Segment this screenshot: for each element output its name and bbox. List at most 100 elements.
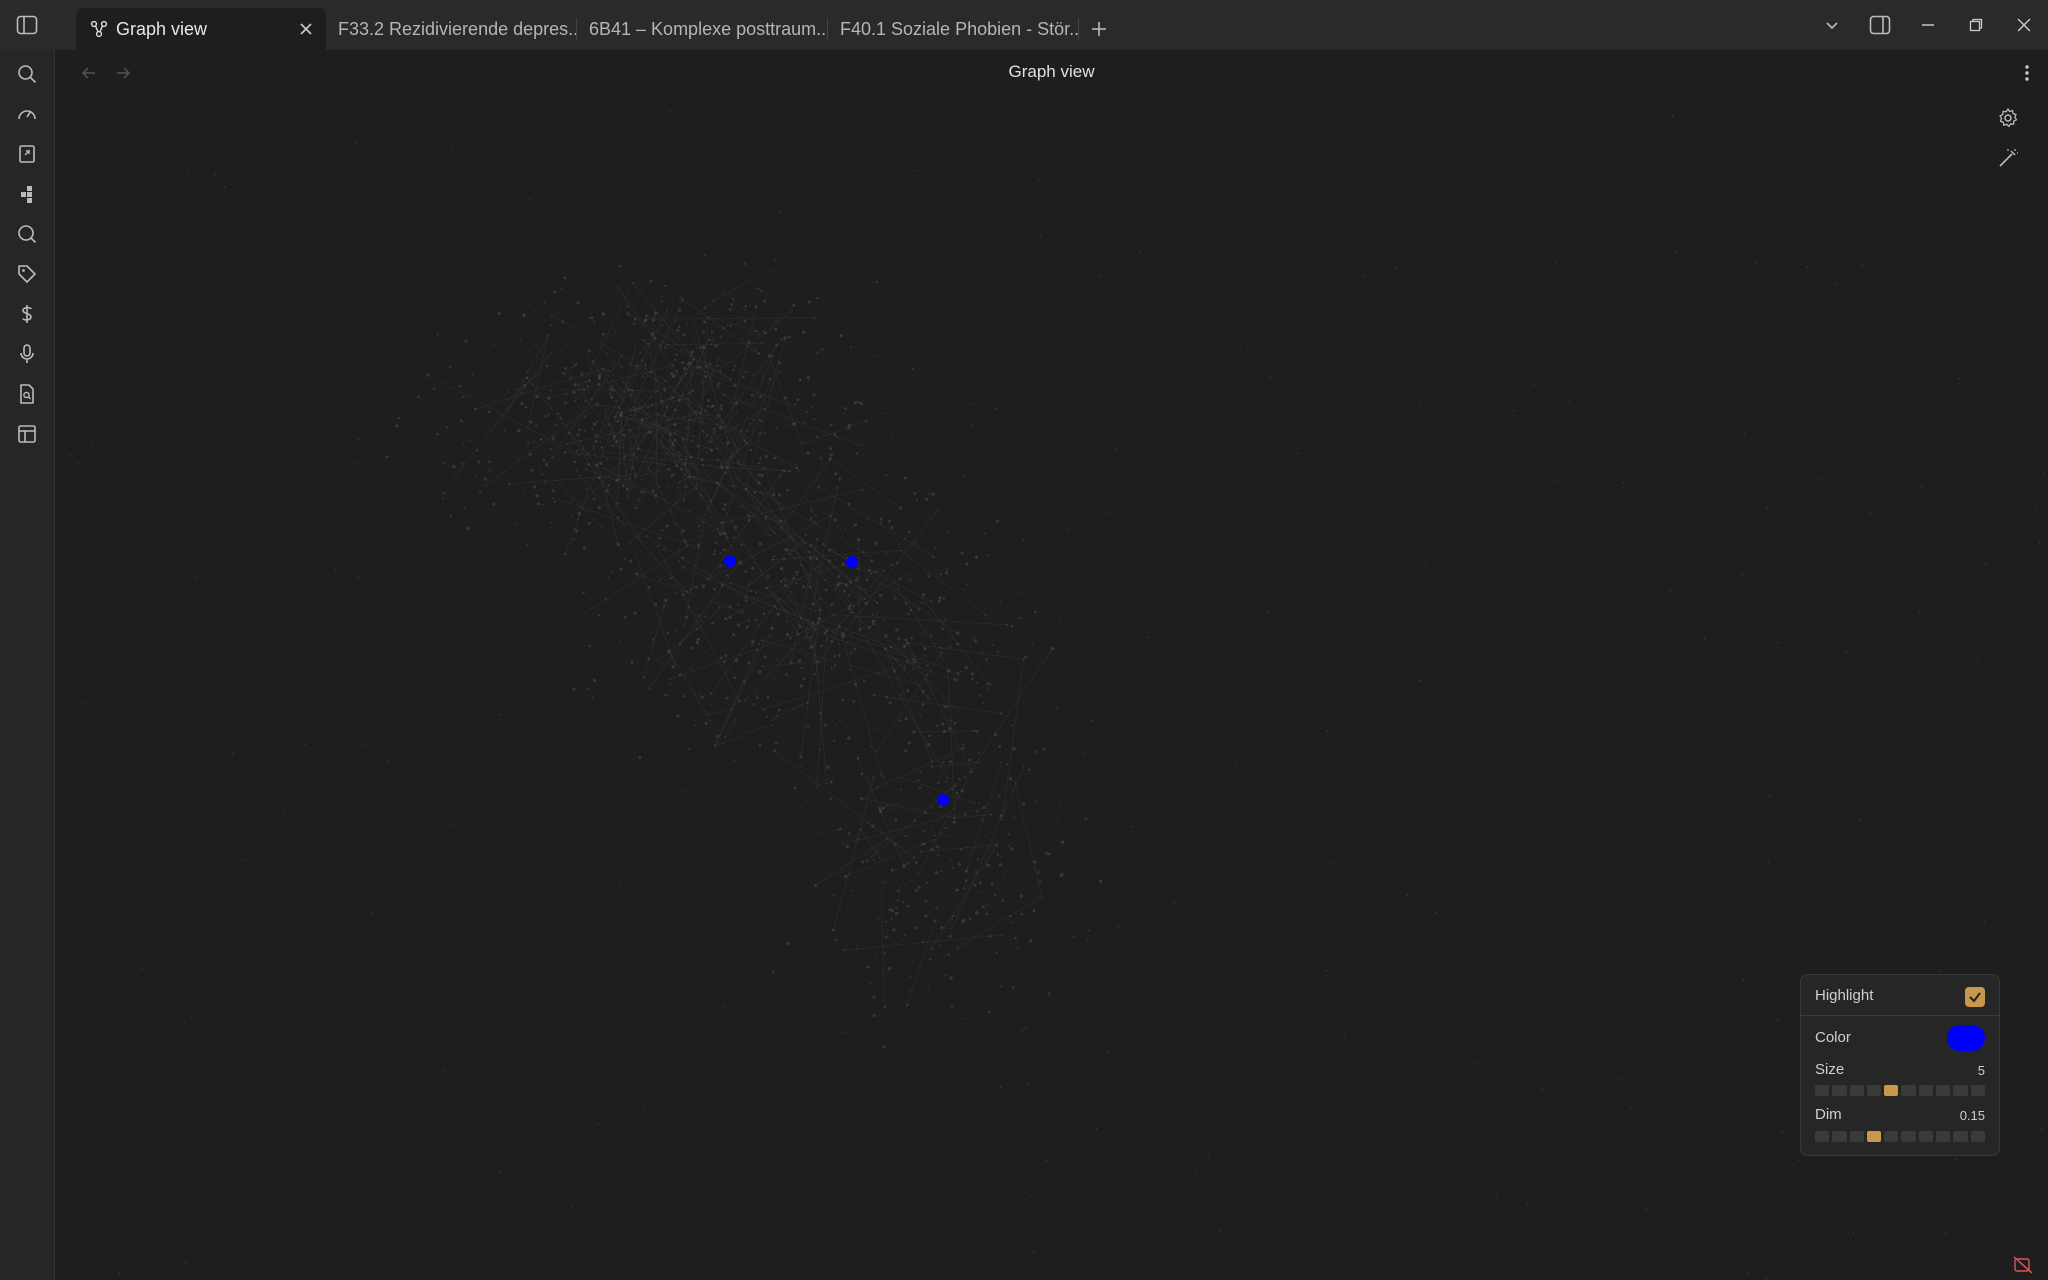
graph-node — [938, 943, 941, 946]
dashboard-button[interactable] — [10, 97, 44, 131]
dim-slider[interactable] — [1815, 1131, 1985, 1142]
graph-node — [1741, 573, 1744, 576]
graph-edge — [876, 652, 943, 752]
highlighted-node[interactable] — [846, 556, 858, 568]
slider-step[interactable] — [1936, 1131, 1951, 1142]
tab-f33-2[interactable]: F33.2 Rezidivierende depres... — [326, 8, 576, 50]
tab-graph-view[interactable]: Graph view — [76, 8, 326, 50]
close-tab-button[interactable] — [296, 19, 316, 39]
graph-network — [69, 110, 2045, 1280]
graph-node — [682, 333, 685, 337]
slider-step[interactable] — [1953, 1131, 1968, 1142]
graph-node — [1032, 488, 1034, 490]
graph-node — [611, 386, 614, 389]
graph-node — [760, 473, 764, 477]
slider-step[interactable] — [1815, 1085, 1830, 1096]
graph-node — [1820, 477, 1823, 480]
graph-node — [939, 870, 942, 873]
graph-node — [533, 310, 536, 312]
right-sidebar-toggle-button[interactable] — [1856, 0, 1904, 50]
file-search-button[interactable] — [10, 377, 44, 411]
color-picker[interactable] — [1947, 1025, 1985, 1051]
graph-node — [776, 612, 780, 616]
blocks-button[interactable] — [10, 177, 44, 211]
slider-step[interactable] — [1970, 1085, 1985, 1096]
graph-node — [988, 934, 992, 938]
graph-node — [675, 353, 678, 356]
slider-step[interactable] — [1936, 1085, 1951, 1096]
graph-node — [819, 598, 822, 601]
graph-node — [642, 676, 646, 679]
graph-node — [904, 934, 907, 936]
finance-button[interactable] — [10, 297, 44, 331]
slider-step[interactable] — [1849, 1131, 1864, 1142]
graph-node — [1033, 860, 1037, 864]
sidebar-toggle-button[interactable] — [10, 9, 44, 41]
restore-button[interactable] — [1952, 0, 2000, 50]
highlighted-node[interactable] — [724, 555, 736, 567]
record-button[interactable] — [10, 337, 44, 371]
find-button[interactable] — [10, 217, 44, 251]
slider-step[interactable] — [1918, 1131, 1934, 1142]
slider-step[interactable] — [1953, 1085, 1968, 1096]
graph-node — [802, 585, 805, 588]
graph-node — [1005, 763, 1009, 766]
sync-status-button[interactable] — [2010, 1254, 2036, 1276]
slider-step[interactable] — [1832, 1131, 1847, 1142]
graph-node — [734, 759, 737, 762]
graph-node — [855, 400, 858, 404]
search-button[interactable] — [10, 57, 44, 91]
graph-node — [636, 364, 639, 367]
slider-step[interactable] — [1918, 1085, 1934, 1096]
tab-list-button[interactable] — [1808, 0, 1856, 50]
new-tab-button[interactable] — [1079, 8, 1119, 50]
slider-step[interactable] — [1832, 1085, 1847, 1096]
slider-step[interactable] — [1884, 1131, 1899, 1142]
animate-graph-button[interactable] — [1992, 142, 2024, 174]
graph-node — [989, 872, 991, 874]
graph-node — [952, 914, 955, 918]
graph-edge — [526, 377, 597, 466]
graph-node — [829, 423, 833, 427]
graph-node — [921, 892, 923, 894]
slider-step[interactable] — [1849, 1085, 1864, 1096]
highlight-checkbox[interactable] — [1965, 987, 1985, 1007]
graph-node — [806, 800, 808, 802]
graph-node — [753, 491, 757, 495]
graph-node — [581, 448, 584, 451]
graph-node — [816, 537, 819, 541]
graph-node — [1000, 601, 1002, 604]
graph-node — [979, 694, 982, 697]
graph-node — [693, 586, 696, 589]
tab-f40-1[interactable]: F40.1 Soziale Phobien - Stör... — [828, 8, 1078, 50]
graph-node — [653, 315, 656, 318]
slider-step[interactable] — [1970, 1131, 1985, 1142]
slider-step[interactable] — [1901, 1131, 1916, 1142]
tags-button[interactable] — [10, 257, 44, 291]
graph-node — [526, 371, 529, 374]
layout-button[interactable] — [10, 417, 44, 451]
graph-node — [841, 1031, 844, 1034]
tab-6b41[interactable]: 6B41 – Komplexe posttraum... — [577, 8, 827, 50]
graph-settings-button[interactable] — [1992, 102, 2024, 134]
slider-step[interactable] — [1901, 1085, 1916, 1096]
graph-node — [592, 448, 595, 450]
graph-node — [618, 478, 621, 481]
graph-node — [946, 777, 949, 779]
graph-node — [811, 622, 815, 625]
highlighted-node[interactable] — [937, 794, 949, 806]
close-window-button[interactable] — [2000, 0, 2048, 50]
minimize-button[interactable] — [1904, 0, 1952, 50]
slider-step[interactable] — [1815, 1131, 1830, 1142]
more-options-button[interactable] — [2014, 60, 2040, 86]
slider-step[interactable] — [1884, 1085, 1899, 1096]
slider-step[interactable] — [1866, 1131, 1882, 1142]
graph-node — [358, 576, 360, 579]
open-note-button[interactable] — [10, 137, 44, 171]
graph-node — [660, 324, 663, 327]
size-slider[interactable] — [1815, 1085, 1985, 1096]
graph-node — [754, 349, 757, 352]
graph-canvas[interactable] — [55, 96, 2048, 1280]
graph-node — [585, 381, 588, 384]
slider-step[interactable] — [1866, 1085, 1882, 1096]
